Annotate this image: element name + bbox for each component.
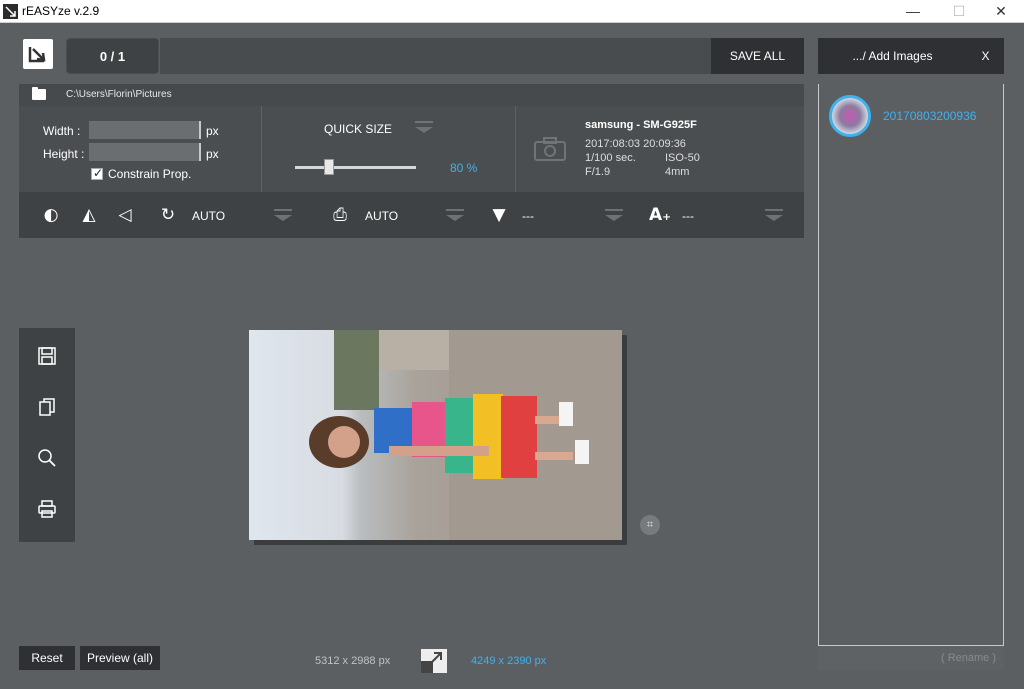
folder-icon[interactable] xyxy=(32,87,46,100)
exif-focal: 4mm xyxy=(665,166,690,178)
print-icon[interactable]: ⎙ xyxy=(330,205,350,225)
exif-iso: ISO-50 xyxy=(665,152,700,164)
close-window-button[interactable]: ✕ xyxy=(978,0,1024,23)
height-label: Height : xyxy=(43,147,85,161)
quick-size-value: 80 % xyxy=(450,161,478,175)
filter-dropdown-bar xyxy=(605,209,623,211)
quick-size-dropdown-bar xyxy=(415,121,433,123)
divider xyxy=(261,106,262,192)
path-text: C:\Users\Florin\Pictures xyxy=(66,89,172,100)
filter-value: --- xyxy=(522,209,534,223)
text-dropdown-bar xyxy=(765,209,783,211)
save-icon[interactable] xyxy=(37,346,57,366)
progress-bar xyxy=(160,38,711,74)
app-icon xyxy=(3,4,18,19)
original-size: 5312 x 2988 px xyxy=(315,655,391,667)
rotate-dropdown-bar xyxy=(274,209,292,211)
minimize-button[interactable]: — xyxy=(890,0,936,23)
rotate-value: AUTO xyxy=(192,209,226,223)
flip-horizontal-icon[interactable]: ◭ xyxy=(79,205,99,225)
quick-size-dropdown-icon[interactable] xyxy=(415,127,433,133)
resize-icon xyxy=(421,649,447,673)
file-name[interactable]: 20170803200936 xyxy=(883,109,976,123)
add-images-button[interactable]: .../ Add Images xyxy=(818,38,967,74)
window-title: rEASYze v.2.9 xyxy=(22,4,100,18)
divider xyxy=(515,106,516,192)
new-size: 4249 x 2390 px xyxy=(471,655,547,667)
maximize-button[interactable]: ☐ xyxy=(936,0,982,23)
quick-size-slider-track[interactable] xyxy=(295,166,416,169)
print-value: AUTO xyxy=(365,209,399,223)
height-unit: px xyxy=(206,147,219,161)
constrain-checkbox[interactable] xyxy=(91,166,103,180)
reset-button[interactable]: Reset xyxy=(19,646,75,670)
crop-icon[interactable]: ⌗ xyxy=(640,515,660,535)
text-value: --- xyxy=(682,209,694,223)
exif-datetime: 2017:08:03 20:09:36 xyxy=(585,138,686,150)
exif-aperture: F/1.9 xyxy=(585,166,611,178)
copy-icon[interactable] xyxy=(37,397,57,417)
width-unit: px xyxy=(206,124,219,138)
filter-icon[interactable]: ▼ xyxy=(489,205,509,225)
text-watermark-icon[interactable]: A₊ xyxy=(649,205,671,225)
filter-dropdown-icon[interactable] xyxy=(605,215,623,221)
flip-vertical-icon[interactable]: ◁ xyxy=(115,205,135,225)
title-bar: rEASYze v.2.9 — ☐ ✕ xyxy=(0,0,1024,23)
width-input[interactable] xyxy=(89,121,201,139)
resize-logo-button[interactable] xyxy=(23,39,53,69)
rotate-icon[interactable]: ↻ xyxy=(158,205,178,225)
quick-size-label: QUICK SIZE xyxy=(324,122,393,136)
file-thumbnail[interactable] xyxy=(829,95,871,137)
print-dropdown-icon[interactable] xyxy=(446,215,464,221)
exif-camera: samsung - SM-G925F xyxy=(585,119,697,131)
constrain-label: Constrain Prop. xyxy=(108,167,192,181)
preview-all-button[interactable]: Preview (all) xyxy=(80,646,160,670)
text-dropdown-icon[interactable] xyxy=(765,215,783,221)
image-counter: 0 / 1 xyxy=(66,38,159,74)
height-input[interactable] xyxy=(89,143,201,161)
camera-icon xyxy=(534,137,566,161)
contrast-icon[interactable]: ◐ xyxy=(41,205,61,225)
image-preview[interactable] xyxy=(249,330,622,540)
printer-icon[interactable] xyxy=(37,499,57,519)
rename-button[interactable]: ( Rename ) xyxy=(818,646,1004,670)
print-dropdown-bar xyxy=(446,209,464,211)
rotate-dropdown-icon[interactable] xyxy=(274,215,292,221)
file-list xyxy=(818,84,1004,646)
clear-images-button[interactable]: X xyxy=(967,38,1004,74)
width-label: Width : xyxy=(43,124,81,138)
exif-shutter: 1/100 sec. xyxy=(585,152,636,164)
quick-size-slider-thumb[interactable] xyxy=(324,159,334,175)
save-all-button[interactable]: SAVE ALL xyxy=(711,38,804,74)
search-icon[interactable] xyxy=(37,448,57,468)
